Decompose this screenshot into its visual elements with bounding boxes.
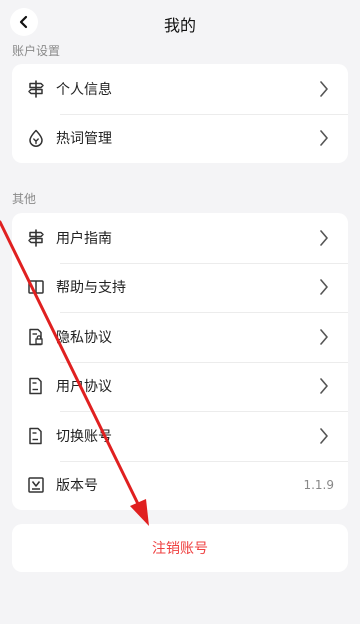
- chevron-right-icon: [318, 228, 330, 248]
- signpost-icon: [26, 79, 46, 99]
- chevron-right-icon: [318, 79, 330, 99]
- menu-item-user-guide[interactable]: 用户指南: [12, 213, 348, 263]
- signpost-icon: [26, 228, 46, 248]
- chevron-right-icon: [318, 277, 330, 297]
- menu-item-user-agreement[interactable]: 用户协议: [12, 361, 348, 412]
- section-label-account-settings: 账户设置: [12, 44, 61, 58]
- menu-item-label: 用户协议: [56, 379, 112, 396]
- chevron-right-icon: [318, 426, 330, 446]
- chevron-right-icon: [318, 376, 330, 396]
- menu-item-version: 版本号 1.1.9: [12, 460, 348, 511]
- delete-account-label: 注销账号: [152, 541, 208, 557]
- menu-item-hot-words[interactable]: 热词管理: [12, 113, 348, 164]
- menu-item-switch-account[interactable]: 切换账号: [12, 411, 348, 461]
- chevron-right-icon: [318, 327, 330, 347]
- menu-item-label: 隐私协议: [56, 329, 112, 346]
- menu-item-label: 版本号: [56, 478, 98, 495]
- navigation-bar: 我的: [0, 0, 360, 44]
- chevron-right-icon: [318, 128, 330, 148]
- drop-icon: [26, 128, 46, 148]
- version-value: 1.1.9: [303, 478, 334, 493]
- book-icon: [26, 277, 46, 297]
- menu-item-help-support[interactable]: 帮助与支持: [12, 262, 348, 313]
- document-icon: [26, 376, 46, 396]
- menu-item-label: 个人信息: [56, 81, 112, 98]
- menu-item-label: 热词管理: [56, 131, 112, 148]
- section-label-other: 其他: [12, 192, 37, 206]
- other-card: 用户指南 帮助与支持 隐私协议 用户协议 切换账号 版本号 1.1.9: [12, 213, 348, 510]
- menu-item-label: 用户指南: [56, 230, 112, 247]
- menu-item-privacy-policy[interactable]: 隐私协议: [12, 312, 348, 362]
- delete-account-button[interactable]: 注销账号: [12, 524, 348, 572]
- account-settings-card: 个人信息 热词管理: [12, 64, 348, 163]
- menu-item-label: 帮助与支持: [56, 280, 126, 297]
- page-title: 我的: [163, 16, 196, 35]
- document-icon: [26, 426, 46, 446]
- document-lock-icon: [26, 327, 46, 347]
- menu-item-label: 切换账号: [56, 428, 112, 445]
- version-icon: [26, 475, 46, 495]
- menu-item-personal-info[interactable]: 个人信息: [12, 64, 348, 114]
